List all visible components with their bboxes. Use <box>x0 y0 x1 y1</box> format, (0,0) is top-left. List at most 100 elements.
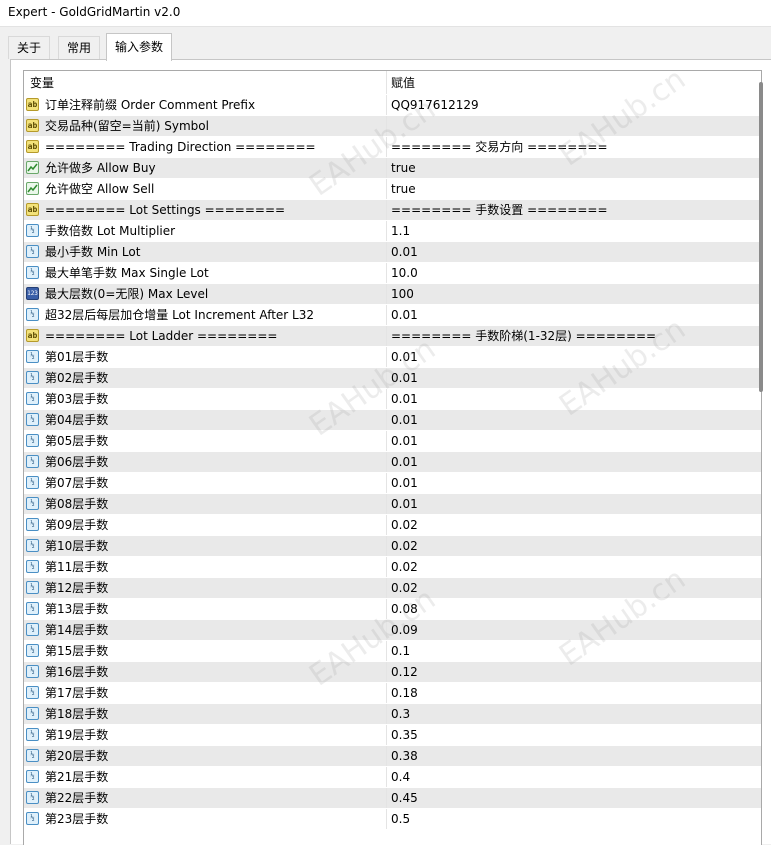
table-row[interactable]: ½ 第07层手数 0.01 <box>24 473 761 494</box>
table-row[interactable]: ½ 第17层手数 0.18 <box>24 683 761 704</box>
table-row[interactable]: ½ 第08层手数 0.01 <box>24 494 761 515</box>
parameter-value-cell[interactable]: 0.01 <box>386 347 761 367</box>
parameter-name-cell[interactable]: ½ 第21层手数 <box>24 767 386 787</box>
parameter-value-cell[interactable]: 10.0 <box>386 263 761 283</box>
tab-common[interactable]: 常用 <box>58 36 101 59</box>
parameter-value-cell[interactable] <box>386 116 761 136</box>
table-row[interactable]: 123 最大层数(0=无限) Max Level 100 <box>24 284 761 305</box>
parameter-name-cell[interactable]: ½ 第18层手数 <box>24 704 386 724</box>
parameter-value-cell[interactable]: ======== 手数设置 ======== <box>386 200 761 220</box>
column-header-variable[interactable]: 变量 <box>24 71 386 94</box>
table-row[interactable]: ab ======== Lot Settings ======== ========… <box>24 200 761 221</box>
scrollbar-thumb[interactable] <box>759 82 763 392</box>
parameter-value-cell[interactable]: 0.01 <box>386 368 761 388</box>
parameter-name-cell[interactable]: ½ 第20层手数 <box>24 746 386 766</box>
parameter-name-cell[interactable]: ½ 最大单笔手数 Max Single Lot <box>24 263 386 283</box>
vertical-scrollbar[interactable] <box>756 70 766 844</box>
table-row[interactable]: ½ 第02层手数 0.01 <box>24 368 761 389</box>
parameter-value-cell[interactable]: 0.45 <box>386 788 761 808</box>
parameter-name-cell[interactable]: ½ 最小手数 Min Lot <box>24 242 386 262</box>
table-row[interactable]: 允许做多 Allow Buy true <box>24 158 761 179</box>
table-row[interactable]: ½ 第20层手数 0.38 <box>24 746 761 767</box>
parameter-value-cell[interactable]: ======== 交易方向 ======== <box>386 137 761 157</box>
parameter-value-cell[interactable]: 0.01 <box>386 452 761 472</box>
parameter-value-cell[interactable]: 0.12 <box>386 662 761 682</box>
parameter-name-cell[interactable]: ½ 第03层手数 <box>24 389 386 409</box>
parameter-name-cell[interactable]: ½ 第13层手数 <box>24 599 386 619</box>
parameter-value-cell[interactable]: 0.01 <box>386 305 761 325</box>
parameter-value-cell[interactable]: 0.01 <box>386 410 761 430</box>
table-row[interactable]: ½ 最小手数 Min Lot 0.01 <box>24 242 761 263</box>
table-row[interactable]: ½ 第18层手数 0.3 <box>24 704 761 725</box>
parameter-value-cell[interactable]: 0.02 <box>386 515 761 535</box>
parameter-name-cell[interactable]: ab 订单注释前缀 Order Comment Prefix <box>24 95 386 115</box>
table-row[interactable]: ½ 第16层手数 0.12 <box>24 662 761 683</box>
tab-inputs[interactable]: 输入参数 <box>106 33 173 61</box>
parameter-value-cell[interactable]: 0.01 <box>386 389 761 409</box>
parameter-value-cell[interactable]: 0.35 <box>386 725 761 745</box>
parameter-value-cell[interactable]: 0.02 <box>386 536 761 556</box>
parameter-name-cell[interactable]: ½ 第12层手数 <box>24 578 386 598</box>
parameter-name-cell[interactable]: ½ 第01层手数 <box>24 347 386 367</box>
parameter-name-cell[interactable]: ab ======== Trading Direction ======== <box>24 137 386 157</box>
table-row[interactable]: ½ 第19层手数 0.35 <box>24 725 761 746</box>
table-row[interactable]: ½ 第04层手数 0.01 <box>24 410 761 431</box>
table-row[interactable]: ½ 第21层手数 0.4 <box>24 767 761 788</box>
parameter-name-cell[interactable]: ½ 第08层手数 <box>24 494 386 514</box>
parameter-value-cell[interactable]: 0.18 <box>386 683 761 703</box>
table-row[interactable]: ab 订单注释前缀 Order Comment Prefix QQ917612129 <box>24 95 761 116</box>
table-row[interactable]: ½ 第03层手数 0.01 <box>24 389 761 410</box>
table-row[interactable]: ½ 第13层手数 0.08 <box>24 599 761 620</box>
table-row[interactable]: ½ 第10层手数 0.02 <box>24 536 761 557</box>
parameter-value-cell[interactable]: 0.1 <box>386 641 761 661</box>
parameter-value-cell[interactable]: 0.5 <box>386 809 761 829</box>
table-row[interactable]: ½ 第15层手数 0.1 <box>24 641 761 662</box>
parameter-value-cell[interactable]: QQ917612129 <box>386 95 761 115</box>
parameter-name-cell[interactable]: ½ 第14层手数 <box>24 620 386 640</box>
table-row[interactable]: 允许做空 Allow Sell true <box>24 179 761 200</box>
table-row[interactable]: ½ 第11层手数 0.02 <box>24 557 761 578</box>
parameter-name-cell[interactable]: ab 交易品种(留空=当前) Symbol <box>24 116 386 136</box>
parameter-value-cell[interactable]: 0.02 <box>386 578 761 598</box>
table-row[interactable]: ½ 第23层手数 0.5 <box>24 809 761 830</box>
parameter-name-cell[interactable]: ½ 第06层手数 <box>24 452 386 472</box>
parameter-name-cell[interactable]: ab ======== Lot Settings ======== <box>24 200 386 220</box>
parameter-name-cell[interactable]: ½ 第05层手数 <box>24 431 386 451</box>
parameter-name-cell[interactable]: ½ 第15层手数 <box>24 641 386 661</box>
parameter-value-cell[interactable]: 0.01 <box>386 242 761 262</box>
table-row[interactable]: ½ 第09层手数 0.02 <box>24 515 761 536</box>
column-header-value[interactable]: 赋值 <box>386 71 761 94</box>
parameter-name-cell[interactable]: ½ 手数倍数 Lot Multiplier <box>24 221 386 241</box>
parameter-name-cell[interactable]: ab ======== Lot Ladder ======== <box>24 326 386 346</box>
parameter-value-cell[interactable]: 0.01 <box>386 473 761 493</box>
table-row[interactable]: ab ======== Trading Direction ======== ===… <box>24 137 761 158</box>
tab-about[interactable]: 关于 <box>8 36 51 59</box>
parameter-value-cell[interactable]: 0.01 <box>386 431 761 451</box>
table-row[interactable]: ½ 最大单笔手数 Max Single Lot 10.0 <box>24 263 761 284</box>
parameter-value-cell[interactable]: 0.4 <box>386 767 761 787</box>
parameter-value-cell[interactable]: 0.09 <box>386 620 761 640</box>
parameter-name-cell[interactable]: ½ 第23层手数 <box>24 809 386 829</box>
parameter-name-cell[interactable]: ½ 第22层手数 <box>24 788 386 808</box>
parameter-value-cell[interactable]: 100 <box>386 284 761 304</box>
parameter-name-cell[interactable]: 允许做空 Allow Sell <box>24 179 386 199</box>
parameter-name-cell[interactable]: ½ 第09层手数 <box>24 515 386 535</box>
table-row[interactable]: ½ 第22层手数 0.45 <box>24 788 761 809</box>
parameter-name-cell[interactable]: ½ 第11层手数 <box>24 557 386 577</box>
table-row[interactable]: ab ======== Lot Ladder ======== ======== 手… <box>24 326 761 347</box>
parameter-value-cell[interactable]: 0.01 <box>386 494 761 514</box>
parameter-name-cell[interactable]: ½ 第07层手数 <box>24 473 386 493</box>
parameter-value-cell[interactable]: true <box>386 158 761 178</box>
parameter-value-cell[interactable]: 0.02 <box>386 557 761 577</box>
parameter-value-cell[interactable]: 1.1 <box>386 221 761 241</box>
table-row[interactable]: ½ 第05层手数 0.01 <box>24 431 761 452</box>
parameter-name-cell[interactable]: ½ 超32层后每层加仓增量 Lot Increment After L32 <box>24 305 386 325</box>
parameter-value-cell[interactable]: true <box>386 179 761 199</box>
table-row[interactable]: ½ 第01层手数 0.01 <box>24 347 761 368</box>
parameter-name-cell[interactable]: ½ 第19层手数 <box>24 725 386 745</box>
parameter-name-cell[interactable]: ½ 第02层手数 <box>24 368 386 388</box>
parameter-value-cell[interactable]: 0.3 <box>386 704 761 724</box>
parameter-name-cell[interactable]: ½ 第16层手数 <box>24 662 386 682</box>
parameter-name-cell[interactable]: ½ 第04层手数 <box>24 410 386 430</box>
table-row[interactable]: ab 交易品种(留空=当前) Symbol <box>24 116 761 137</box>
